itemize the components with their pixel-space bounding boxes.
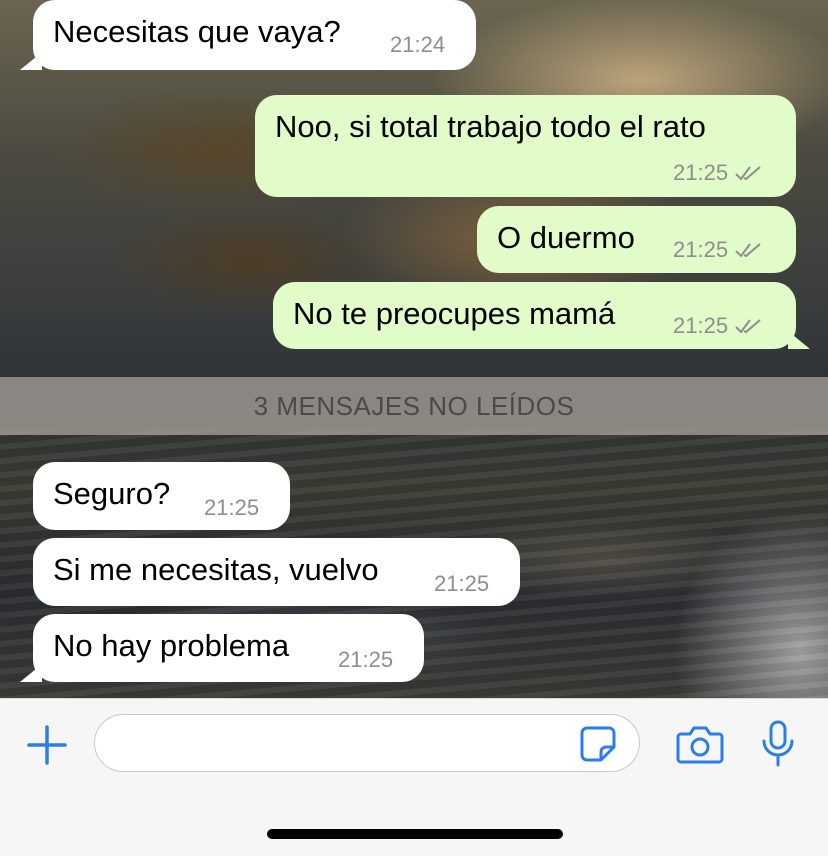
message-text: O duermo xyxy=(497,220,635,255)
microphone-icon[interactable] xyxy=(760,719,796,774)
message-bubble-incoming[interactable]: Si me necesitas, vuelvo 21:25 xyxy=(33,538,520,606)
message-text: No te preocupes mamá xyxy=(293,296,616,331)
message-text: Noo, si total trabajo todo el rato xyxy=(275,109,706,144)
camera-icon[interactable] xyxy=(676,723,724,770)
read-receipt-icon xyxy=(735,319,761,334)
message-text: Si me necesitas, vuelvo xyxy=(53,552,379,587)
message-bubble-incoming[interactable]: Seguro? 21:25 xyxy=(33,462,290,530)
message-time: 21:25 xyxy=(673,160,729,185)
message-time: 21:25 xyxy=(673,237,729,262)
message-bubble-outgoing[interactable]: Noo, si total trabajo todo el rato 21:25 xyxy=(255,95,796,197)
read-receipt-icon xyxy=(735,166,761,181)
message-input[interactable] xyxy=(94,714,640,772)
message-time: 21:25 xyxy=(338,647,394,672)
unread-messages-divider: 3 MENSAJES NO LEÍDOS xyxy=(0,377,828,435)
message-bubble-outgoing[interactable]: O duermo 21:25 xyxy=(477,206,796,273)
home-indicator xyxy=(267,829,563,839)
message-bubble-incoming[interactable]: No hay problema 21:25 xyxy=(33,614,424,682)
message-bubble-outgoing[interactable]: No te preocupes mamá 21:25 xyxy=(273,282,796,349)
unread-divider-label: 3 MENSAJES NO LEÍDOS xyxy=(253,390,575,421)
message-time: 21:25 xyxy=(673,313,729,338)
message-text: No hay problema xyxy=(53,628,290,663)
message-time: 21:25 xyxy=(434,571,490,596)
plus-icon[interactable] xyxy=(26,724,68,771)
message-time: 21:25 xyxy=(204,495,260,520)
message-text: Necesitas que vaya? xyxy=(53,14,341,49)
read-receipt-icon xyxy=(735,243,761,258)
sticker-icon[interactable] xyxy=(579,725,617,768)
message-time: 21:24 xyxy=(390,32,446,57)
message-text: Seguro? xyxy=(53,476,171,511)
composer-bar xyxy=(0,698,828,856)
message-bubble-incoming[interactable]: Necesitas que vaya? 21:24 xyxy=(33,0,476,70)
